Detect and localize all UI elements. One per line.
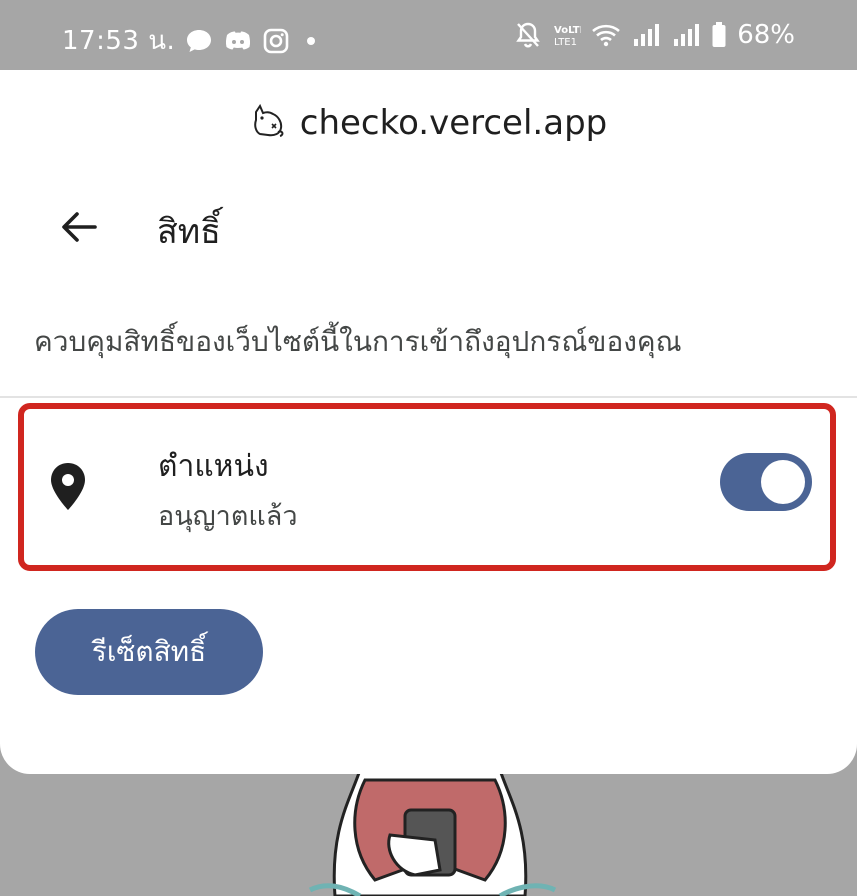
permissions-sheet: checko.vercel.app สิทธิ์ ควบคุมสิทธิ์ของ… [0, 70, 857, 774]
wifi-icon [591, 22, 621, 48]
instagram-icon [263, 28, 289, 54]
divider [0, 396, 857, 398]
signal-icon [631, 22, 661, 48]
permission-status: อนุญาตแล้ว [158, 501, 298, 532]
status-right: VoLTELTE1 68% [515, 20, 795, 50]
site-url: checko.vercel.app [299, 103, 608, 143]
battery-percent: 68% [737, 20, 795, 50]
location-toggle[interactable] [720, 453, 812, 511]
status-bar: 17:53 น. VoLTELTE1 [0, 0, 857, 70]
signal-icon [671, 22, 701, 48]
discord-icon [223, 29, 253, 53]
bell-off-icon [515, 21, 541, 49]
chat-bubble-icon [185, 28, 213, 54]
reset-permissions-button[interactable]: รีเซ็ตสิทธิ์ [35, 609, 263, 695]
svg-text:VoLTE: VoLTE [554, 25, 581, 36]
svg-text:LTE1: LTE1 [554, 37, 577, 48]
back-button[interactable] [52, 200, 106, 254]
page-title: สิทธิ์ [157, 212, 221, 252]
toggle-knob [761, 460, 805, 504]
screen: 17:53 น. VoLTELTE1 [0, 0, 857, 896]
site-header: checko.vercel.app [0, 98, 857, 148]
cat-favicon-icon [250, 103, 286, 142]
permission-row-location[interactable]: ตำแหน่ง อนุญาตแล้ว [18, 403, 836, 571]
dot-icon [299, 28, 323, 54]
volte-icon: VoLTELTE1 [551, 21, 581, 49]
status-time: 17:53 น. [62, 26, 176, 56]
battery-icon [711, 21, 727, 49]
location-pin-icon [48, 461, 88, 513]
status-left: 17:53 น. [62, 20, 323, 61]
permissions-description: ควบคุมสิทธิ์ของเว็บไซต์นี้ในการเข้าถึงอุ… [34, 325, 682, 358]
permission-title: ตำแหน่ง [158, 449, 269, 484]
arrow-left-icon [62, 212, 97, 242]
